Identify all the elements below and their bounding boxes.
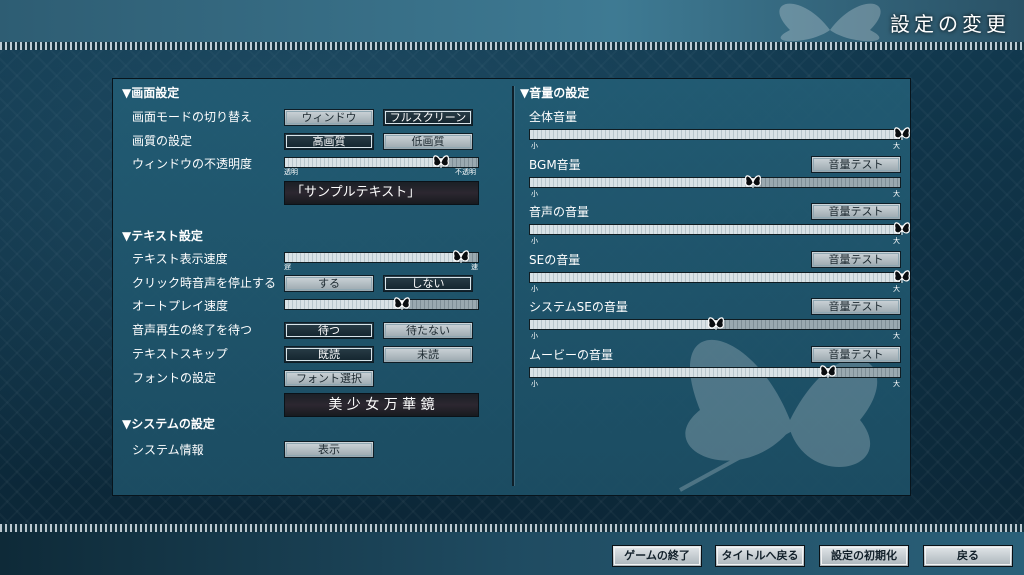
slider-fill: [285, 253, 459, 262]
butterfly-knob-icon[interactable]: [893, 221, 911, 237]
volume-max-label: 大: [893, 284, 900, 293]
volume-min-label: 小: [531, 379, 538, 388]
opacity-min-label: 透明: [284, 168, 298, 176]
volume-slider[interactable]: [529, 127, 910, 140]
volume-max-label: 大: [893, 237, 900, 245]
stop-voice-yes-button[interactable]: する: [284, 275, 374, 292]
end-game-button[interactable]: ゲームの終了: [612, 545, 702, 567]
volume-label: システムSEの音量: [529, 300, 628, 314]
reset-settings-button[interactable]: 設定の初期化: [819, 545, 909, 567]
fullscreen-mode-button[interactable]: フルスクリーン: [383, 109, 473, 126]
volume-test-button[interactable]: 音量テスト: [811, 250, 901, 268]
display-section-title: ▼画面設定: [122, 86, 180, 100]
volume-test-button[interactable]: 音量テスト: [811, 203, 901, 220]
volume-slider[interactable]: [529, 316, 901, 332]
slider-fill: [285, 300, 401, 309]
font-sample-preview: 美 少 女 万 華 鏡: [284, 393, 479, 417]
text-speed-label: テキスト表示速度: [132, 252, 228, 266]
volume-test-button[interactable]: 音量テスト: [811, 298, 901, 315]
butterfly-decoration-icon: [779, 3, 881, 42]
slider-fill: [530, 367, 826, 377]
slider-fill: [530, 177, 752, 187]
wait-voice-no-button[interactable]: 待たない: [383, 322, 473, 339]
stop-voice-no-button[interactable]: しない: [383, 275, 473, 292]
wait-voice-yes-button[interactable]: 待つ: [284, 322, 374, 339]
window-opacity-slider[interactable]: [284, 154, 479, 170]
wait-voice-label: 音声再生の終了を待つ: [132, 323, 253, 337]
butterfly-knob-icon[interactable]: [819, 364, 837, 380]
butterfly-knob-icon[interactable]: [393, 296, 411, 312]
volume-slider[interactable]: [529, 222, 910, 235]
screen-mode-label: 画面モードの切り替え: [132, 110, 253, 124]
volume-slider[interactable]: [529, 364, 901, 380]
font-setting-label: フォントの設定: [132, 371, 217, 385]
butterfly-watermark-icon: [679, 339, 878, 492]
auto-play-speed-slider[interactable]: [284, 296, 479, 312]
volume-label: ムービーの音量: [529, 347, 614, 362]
butterfly-knob-icon[interactable]: [432, 154, 450, 170]
window-opacity-label: ウィンドウの不透明度: [132, 157, 253, 171]
volume-label: SEの音量: [529, 252, 581, 267]
volume-test-button[interactable]: 音量テスト: [811, 345, 901, 363]
bottom-decorative-band: [0, 524, 1024, 532]
volume-max-label: 大: [893, 142, 900, 150]
volume-slider[interactable]: [529, 174, 901, 190]
opacity-max-label: 不透明: [455, 168, 476, 176]
window-mode-button[interactable]: ウィンドウ: [284, 109, 374, 126]
volume-label: 音声の音量: [529, 205, 590, 219]
text-speed-slider[interactable]: [284, 249, 479, 265]
volume-max-label: 大: [893, 379, 900, 388]
high-quality-button[interactable]: 高画質: [284, 133, 374, 150]
text-skip-label: テキストスキップ: [132, 347, 228, 361]
volume-label: 全体音量: [529, 110, 578, 124]
volume-min-label: 小: [531, 332, 538, 340]
volume-min-label: 小: [531, 237, 538, 245]
volume-max-label: 大: [893, 332, 900, 340]
system-info-show-button[interactable]: 表示: [284, 441, 374, 458]
butterfly-knob-icon[interactable]: [744, 174, 762, 190]
return-to-title-button[interactable]: タイトルへ戻る: [715, 545, 805, 567]
butterfly-knob-icon[interactable]: [707, 316, 725, 332]
auto-play-speed-label: オートプレイ速度: [132, 299, 229, 313]
screen-title: 設定の変更: [890, 12, 1010, 36]
column-divider: [512, 86, 514, 486]
stop-voice-label: クリック時音声を停止する: [132, 276, 277, 290]
back-button[interactable]: 戻る: [923, 545, 1013, 567]
slider-fill: [530, 320, 715, 329]
slider-fill: [530, 130, 900, 139]
volume-label: BGM音量: [529, 157, 581, 172]
text-section-title: ▼テキスト設定: [122, 229, 203, 243]
volume-test-button[interactable]: 音量テスト: [811, 155, 901, 173]
image-quality-label: 画質の設定: [132, 134, 193, 148]
volume-max-label: 大: [893, 189, 900, 198]
system-section-title: ▼システムの設定: [122, 417, 215, 431]
butterfly-knob-icon[interactable]: [893, 126, 911, 142]
font-select-button[interactable]: フォント選択: [284, 370, 374, 387]
butterfly-knob-icon[interactable]: [452, 249, 470, 265]
sample-text-preview: 「サンプルテキスト」: [284, 181, 479, 205]
system-info-label: システム情報: [132, 443, 204, 457]
butterfly-knob-icon[interactable]: [893, 269, 911, 285]
text-speed-max-label: 速: [471, 263, 478, 271]
slider-fill: [530, 225, 900, 234]
volume-min-label: 小: [531, 284, 538, 293]
top-decorative-band: [0, 42, 1024, 50]
skip-read-button[interactable]: 既読: [284, 346, 374, 363]
volume-min-label: 小: [531, 142, 538, 150]
volume-min-label: 小: [531, 189, 538, 198]
audio-section-title: ▼音量の設定: [520, 86, 590, 100]
text-speed-min-label: 遅: [284, 263, 291, 271]
low-quality-button[interactable]: 低画質: [383, 133, 473, 150]
skip-unread-button[interactable]: 未読: [383, 346, 473, 363]
slider-fill: [285, 158, 440, 167]
slider-fill: [530, 272, 900, 282]
volume-slider[interactable]: [529, 269, 910, 283]
